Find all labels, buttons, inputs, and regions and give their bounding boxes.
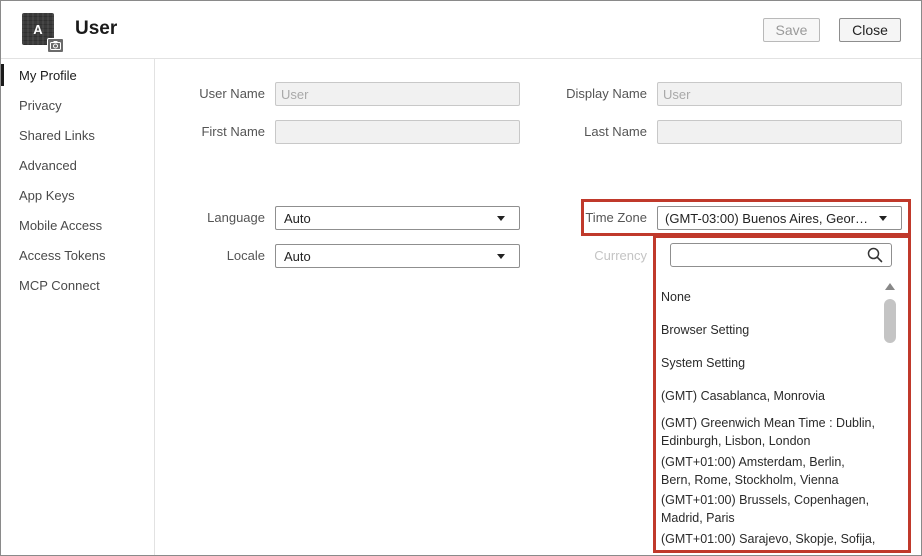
last-name-label: Last Name <box>584 124 647 139</box>
time-zone-option[interactable]: (GMT+01:00) Brussels, Copenhagen, Madrid… <box>661 491 879 527</box>
sidebar-item-my-profile[interactable]: My Profile <box>1 60 154 90</box>
option-text: None <box>661 290 691 304</box>
sidebar: My Profile Privacy Shared Links Advanced… <box>1 59 155 555</box>
user-name-value: User <box>281 86 309 102</box>
chevron-down-icon <box>497 254 505 259</box>
time-zone-option[interactable]: (GMT+01:00) Sarajevo, Skopje, Sofija, <box>661 530 879 548</box>
first-name-label: First Name <box>201 124 265 139</box>
option-text: System Setting <box>661 356 746 370</box>
option-text: (GMT+01:00) Amsterdam, Berlin, <box>661 455 845 469</box>
sidebar-item-shared-links[interactable]: Shared Links <box>1 120 154 150</box>
display-name-value: User <box>663 86 691 102</box>
time-zone-option[interactable]: Browser Setting <box>661 321 879 339</box>
camera-icon[interactable] <box>47 38 64 53</box>
language-select[interactable]: Auto <box>275 206 520 230</box>
chevron-down-icon <box>879 216 887 221</box>
user-name-field[interactable]: User <box>275 82 520 106</box>
time-zone-dropdown: None Browser Setting System Setting (GMT… <box>653 235 911 553</box>
sidebar-item-access-tokens[interactable]: Access Tokens <box>1 240 154 270</box>
chevron-down-icon <box>497 216 505 221</box>
time-zone-select[interactable]: (GMT-03:00) Buenos Aires, Geor… <box>657 206 902 230</box>
time-zone-option[interactable]: None <box>661 288 879 306</box>
time-zone-option[interactable]: (GMT+01:00) Amsterdam, Berlin, Bern, Rom… <box>661 453 879 489</box>
time-zone-search-input[interactable] <box>670 243 892 267</box>
search-icon[interactable] <box>867 247 883 263</box>
save-button[interactable]: Save <box>763 18 820 42</box>
sidebar-item-label: Shared Links <box>19 127 95 143</box>
header: A User Save Close <box>1 1 921 59</box>
locale-value: Auto <box>284 248 311 264</box>
option-text: (GMT) Greenwich Mean Time : Dublin, <box>661 416 875 430</box>
sidebar-item-label: Advanced <box>19 157 77 173</box>
option-text: (GMT+01:00) Sarajevo, Skopje, Sofija, <box>661 532 876 546</box>
language-value: Auto <box>284 210 311 226</box>
locale-label: Locale <box>226 248 265 263</box>
avatar-letter: A <box>33 21 43 37</box>
time-zone-option[interactable]: (GMT) Greenwich Mean Time : Dublin, Edin… <box>661 414 879 450</box>
locale-select[interactable]: Auto <box>275 244 520 268</box>
option-text: Madrid, Paris <box>661 511 735 525</box>
page-title: User <box>75 18 118 39</box>
scroll-up-arrow-icon[interactable] <box>885 283 895 290</box>
time-zone-value: (GMT-03:00) Buenos Aires, Geor… <box>665 210 869 226</box>
display-name-field[interactable]: User <box>657 82 902 106</box>
sidebar-item-app-keys[interactable]: App Keys <box>1 180 154 210</box>
sidebar-item-mobile-access[interactable]: Mobile Access <box>1 210 154 240</box>
time-zone-option[interactable]: System Setting <box>661 354 879 372</box>
option-text: (GMT+01:00) Brussels, Copenhagen, <box>661 493 870 507</box>
sidebar-item-label: MCP Connect <box>19 277 100 293</box>
sidebar-item-label: Privacy <box>19 97 62 113</box>
first-name-field[interactable] <box>275 120 520 144</box>
time-zone-label: Time Zone <box>585 210 647 225</box>
sidebar-item-label: Mobile Access <box>19 217 103 233</box>
sidebar-item-mcp-connect[interactable]: MCP Connect <box>1 270 154 300</box>
sidebar-item-label: My Profile <box>19 67 77 83</box>
scroll-thumb[interactable] <box>884 299 896 343</box>
dropdown-scrollbar[interactable] <box>881 278 899 550</box>
option-text: Browser Setting <box>661 323 750 337</box>
currency-label: Currency <box>594 248 647 263</box>
last-name-field[interactable] <box>657 120 902 144</box>
close-button[interactable]: Close <box>839 18 901 42</box>
option-text: Edinburgh, Lisbon, London <box>661 434 811 448</box>
time-zone-option[interactable]: (GMT) Casablanca, Monrovia <box>661 387 879 405</box>
sidebar-item-privacy[interactable]: Privacy <box>1 90 154 120</box>
display-name-label: Display Name <box>566 86 647 101</box>
language-label: Language <box>207 210 265 225</box>
option-text: (GMT) Casablanca, Monrovia <box>661 389 825 403</box>
sidebar-item-advanced[interactable]: Advanced <box>1 150 154 180</box>
sidebar-item-label: App Keys <box>19 187 75 203</box>
sidebar-item-label: Access Tokens <box>19 247 106 263</box>
user-name-label: User Name <box>199 86 265 101</box>
option-text: Bern, Rome, Stockholm, Vienna <box>661 473 839 487</box>
user-settings-window: A User Save Close My Profile Privacy Sha… <box>0 0 922 556</box>
